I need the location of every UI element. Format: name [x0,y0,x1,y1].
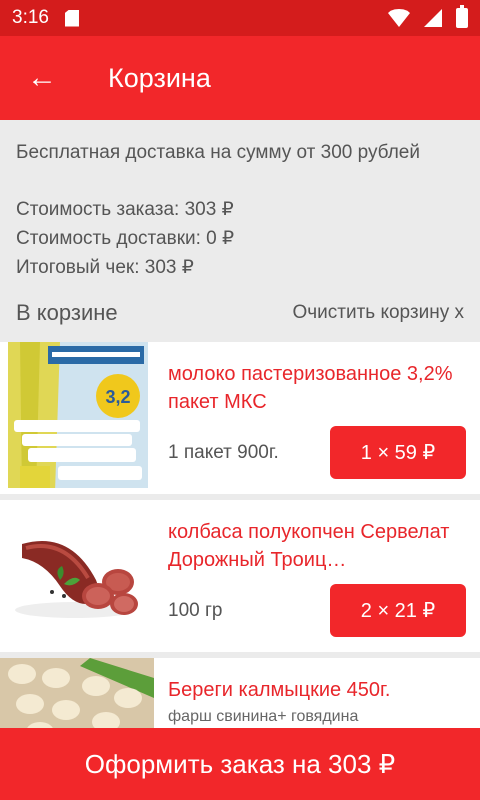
cart-item[interactable]: Береги калмыцкие 450г. фарш свинина+ гов… [0,658,480,728]
app-bar: ← Корзина [0,36,480,120]
checkout-button[interactable]: Оформить заказ на 303 ₽ [0,728,480,800]
wifi-icon [388,9,410,27]
item-price-button[interactable]: 1 × 59 ₽ [330,426,466,479]
delivery-cost: Стоимость доставки: 0 ₽ [16,228,235,249]
item-name: колбаса полукопчен Сервелат Дорожный Тро… [168,521,450,571]
item-name: Береги калмыцкие 450г. [168,679,391,701]
sd-card-icon [64,9,79,27]
item-price-button[interactable]: 2 × 21 ₽ [330,584,466,637]
cellular-signal-icon [424,9,442,27]
page-title: Корзина [108,62,211,93]
clear-cart-button[interactable]: Очистить корзину x [292,302,464,324]
back-arrow-icon[interactable]: ← [0,36,84,120]
total-check: Итоговый чек: 303 ₽ [16,257,194,278]
item-quantity-label: 100 гр [168,600,223,621]
status-time: 3:16 [12,7,49,28]
cart-items-list[interactable]: 3,2 молоко пастеризованное 3,2% пакет МК… [0,342,480,728]
svg-text:3,2: 3,2 [105,387,130,407]
cart-item[interactable]: 3,2 молоко пастеризованное 3,2% пакет МК… [0,342,480,494]
free-delivery-note: Бесплатная доставка на сумму от 300 рубл… [16,142,420,163]
battery-icon [456,5,468,28]
sausage-image [0,500,154,652]
item-quantity-label: 1 пакет 900г. [168,442,279,463]
status-bar: 3:16 [0,0,480,36]
item-subtitle: фарш свинина+ говядина [168,708,359,725]
item-name: молоко пастеризованное 3,2% пакет МКС [168,363,453,413]
milk-pack-image: 3,2 [0,342,154,494]
order-cost: Стоимость заказа: 303 ₽ [16,199,234,220]
in-cart-heading: В корзине [16,300,118,325]
cart-summary: Бесплатная доставка на сумму от 300 рубл… [0,120,480,342]
dumplings-image [0,658,154,728]
status-icons [388,5,468,28]
cart-item[interactable]: колбаса полукопчен Сервелат Дорожный Тро… [0,500,480,652]
